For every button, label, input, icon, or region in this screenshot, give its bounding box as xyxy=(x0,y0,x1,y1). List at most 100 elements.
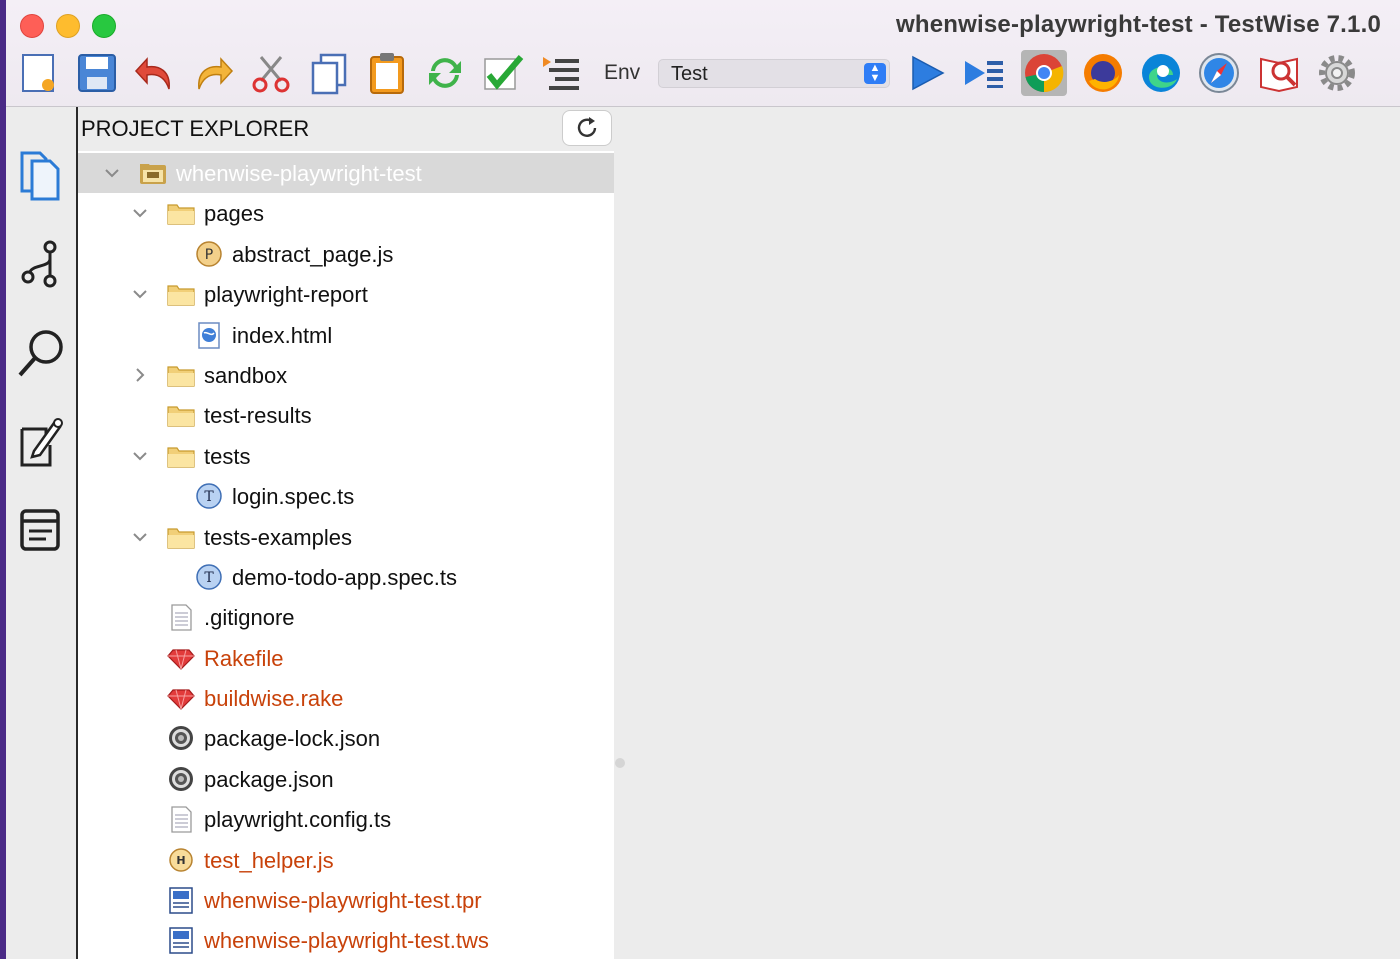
edge-button[interactable] xyxy=(1138,50,1184,96)
chevron-down-icon[interactable] xyxy=(130,203,150,223)
git-view-button[interactable] xyxy=(16,237,66,293)
explorer-title: PROJECT EXPLORER xyxy=(81,116,310,141)
copy-button[interactable] xyxy=(306,50,352,96)
tree-item-label: package.json xyxy=(204,766,334,792)
redo-button[interactable] xyxy=(190,50,236,96)
tree-item[interactable]: pages xyxy=(78,193,614,233)
refresh-button[interactable] xyxy=(562,110,612,146)
chevron-down-icon[interactable] xyxy=(102,163,122,183)
tree-item-label: sandbox xyxy=(204,362,288,388)
chrome-button[interactable] xyxy=(1021,50,1067,96)
tree-item[interactable]: whenwise-playwright-test.tws xyxy=(78,920,614,959)
inspect-button[interactable] xyxy=(1256,50,1302,96)
edge-icon xyxy=(1142,54,1180,92)
tree-item-label: login.spec.ts xyxy=(232,484,355,510)
tree-item[interactable]: buildwise.rake xyxy=(78,678,614,718)
save-button[interactable] xyxy=(74,50,120,96)
cut-button[interactable] xyxy=(248,50,294,96)
helper-file-icon: H xyxy=(166,846,196,874)
safari-button[interactable] xyxy=(1196,50,1242,96)
activity-bar xyxy=(6,107,78,959)
new-file-button[interactable] xyxy=(16,50,62,96)
new-file-icon xyxy=(22,54,54,92)
safari-icon xyxy=(1199,53,1239,93)
tree-item[interactable]: package-lock.json xyxy=(78,718,614,758)
cut-icon xyxy=(252,56,290,93)
window-title: whenwise-playwright-test - TestWise 7.1.… xyxy=(896,11,1381,38)
run-button[interactable] xyxy=(904,50,950,96)
search-icon xyxy=(18,330,63,377)
tree-item[interactable]: test-results xyxy=(78,395,614,435)
json-file-icon xyxy=(166,765,196,793)
settings-button[interactable] xyxy=(1314,50,1360,96)
tree-item[interactable]: Rakefile xyxy=(78,638,614,678)
tree-item[interactable]: playwright.config.ts xyxy=(78,799,614,839)
tree-item[interactable]: tests-examples xyxy=(78,517,614,557)
tree-item-label: buildwise.rake xyxy=(204,686,344,712)
chevron-down-icon[interactable] xyxy=(130,446,150,466)
tree-item[interactable]: tests xyxy=(78,436,614,476)
git-branch-icon xyxy=(21,240,57,288)
explorer-header: PROJECT EXPLORER xyxy=(78,107,614,151)
svg-text:P: P xyxy=(205,247,213,263)
tree-item-label: demo-todo-app.spec.ts xyxy=(232,564,458,590)
env-label: Env xyxy=(604,61,641,84)
chevron-updown-icon: ▲ ▼ xyxy=(864,63,886,84)
tree-item[interactable]: whenwise-playwright-test.tpr xyxy=(78,880,614,920)
tree-item[interactable]: Pabstract_page.js xyxy=(78,234,614,274)
chevron-down-icon[interactable] xyxy=(130,527,150,547)
paste-button[interactable] xyxy=(364,50,410,96)
tree-item-label: whenwise-playwright-test.tws xyxy=(204,928,489,954)
run-icon xyxy=(912,55,945,91)
tree-item-label: pages xyxy=(204,201,264,227)
minimize-window-button[interactable] xyxy=(56,14,80,38)
tree-item-label: playwright-report xyxy=(204,282,368,308)
project-folder-icon xyxy=(138,159,168,187)
search-view-button[interactable] xyxy=(16,325,66,381)
chevron-down-icon[interactable] xyxy=(130,284,150,304)
environment-value: Test xyxy=(671,63,708,85)
explorer-view-button[interactable] xyxy=(16,147,66,203)
tree-item[interactable]: index.html xyxy=(78,315,614,355)
folder-icon xyxy=(166,401,196,429)
chrome-icon xyxy=(1025,54,1064,93)
maximize-window-button[interactable] xyxy=(92,14,116,38)
text-file-icon xyxy=(166,805,196,833)
close-window-button[interactable] xyxy=(20,14,44,38)
sync-button[interactable] xyxy=(422,50,468,96)
tree-root-item[interactable]: whenwise-playwright-test xyxy=(78,153,614,194)
tree-item-label: .gitignore xyxy=(204,605,295,631)
paste-icon xyxy=(370,53,404,94)
undo-icon xyxy=(134,57,170,90)
copy-icon xyxy=(311,53,347,95)
tree-item[interactable]: package.json xyxy=(78,759,614,799)
tree-item[interactable]: Htest_helper.js xyxy=(78,840,614,880)
notes-view-button[interactable] xyxy=(16,415,66,471)
folder-icon xyxy=(166,523,196,551)
tree-item-label: test-results xyxy=(204,403,312,429)
panel-splitter-handle[interactable] xyxy=(615,758,625,768)
run-all-button[interactable] xyxy=(962,50,1008,96)
tree-item[interactable]: playwright-report xyxy=(78,274,614,314)
refresh-icon xyxy=(577,117,597,137)
check-button[interactable] xyxy=(480,50,526,96)
tree-item-label: test_helper.js xyxy=(204,847,334,873)
firefox-button[interactable] xyxy=(1080,50,1126,96)
chevron-right-icon[interactable] xyxy=(130,365,150,385)
folder-icon xyxy=(166,199,196,227)
save-icon xyxy=(78,54,116,92)
tree-item-label: whenwise-playwright-test.tpr xyxy=(204,888,482,914)
list-view-button[interactable] xyxy=(16,503,66,559)
outline-button[interactable] xyxy=(538,50,584,96)
undo-button[interactable] xyxy=(132,50,178,96)
json-file-icon xyxy=(166,724,196,752)
test-file-icon: T xyxy=(194,563,224,591)
tree-item[interactable]: Tlogin.spec.ts xyxy=(78,476,614,516)
folder-icon xyxy=(166,361,196,389)
tree-item[interactable]: Tdemo-todo-app.spec.ts xyxy=(78,557,614,597)
tree-item[interactable]: .gitignore xyxy=(78,597,614,637)
svg-text:H: H xyxy=(176,854,185,867)
environment-select[interactable]: Test ▲ ▼ xyxy=(658,59,890,88)
folder-icon xyxy=(166,280,196,308)
tree-item[interactable]: sandbox xyxy=(78,355,614,395)
